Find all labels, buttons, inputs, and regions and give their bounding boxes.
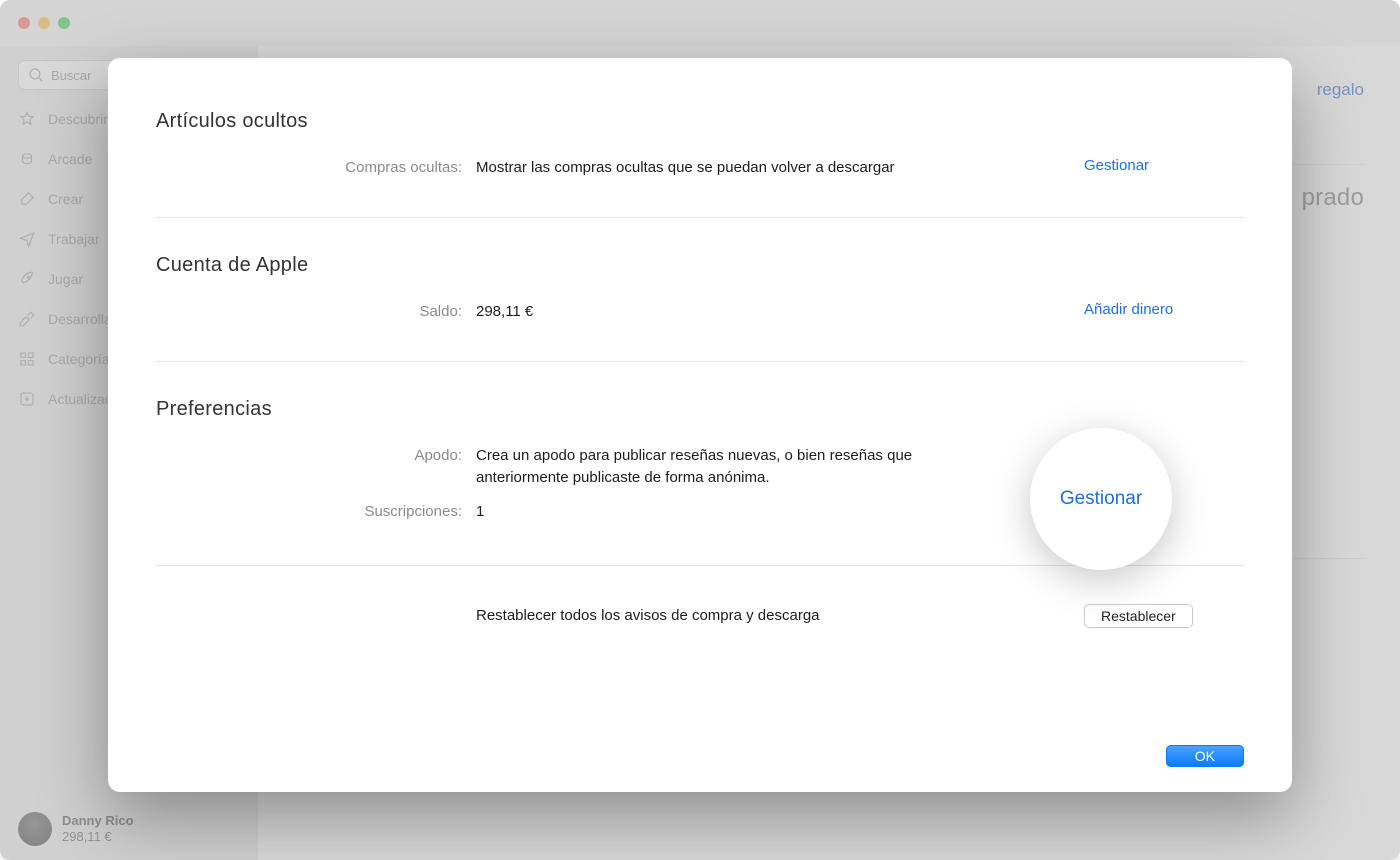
manage-subscriptions-link[interactable]: Gestionar <box>1060 488 1142 510</box>
divider <box>156 217 1244 218</box>
nickname-label: Apodo: <box>156 445 476 467</box>
nickname-desc: Crea un apodo para publicar reseñas nuev… <box>476 445 1084 489</box>
manage-hidden-link[interactable]: Gestionar <box>1084 157 1149 174</box>
section-hidden-items-title: Artículos ocultos <box>156 110 1244 133</box>
ok-button[interactable]: OK <box>1166 745 1244 767</box>
modal-footer: OK <box>1166 748 1244 766</box>
balance-label: Saldo: <box>156 301 476 323</box>
section-preferences-title: Preferencias <box>156 398 1244 421</box>
reset-desc: Restablecer todos los avisos de compra y… <box>476 605 1084 627</box>
row-reset-alerts: Restablecer todos los avisos de compra y… <box>156 602 1244 628</box>
hidden-purchases-label: Compras ocultas: <box>156 157 476 179</box>
subscriptions-label: Suscripciones: <box>156 501 476 523</box>
row-hidden-purchases: Compras ocultas: Mostrar las compras ocu… <box>156 151 1244 185</box>
account-modal: Artículos ocultos Compras ocultas: Mostr… <box>108 58 1292 792</box>
section-apple-account-title: Cuenta de Apple <box>156 254 1244 277</box>
reset-button[interactable]: Restablecer <box>1084 604 1193 628</box>
balance-value: 298,11 € <box>476 301 1084 323</box>
subscriptions-value: 1 <box>476 501 1084 523</box>
add-funds-link[interactable]: Añadir dinero <box>1084 301 1173 318</box>
highlight-lens: Gestionar <box>1030 428 1172 570</box>
hidden-purchases-desc: Mostrar las compras ocultas que se pueda… <box>476 157 1084 179</box>
divider <box>156 361 1244 362</box>
app-window: Buscar Descubrir Arcade Crear Trabajar J… <box>0 0 1400 860</box>
row-balance: Saldo: 298,11 € Añadir dinero <box>156 295 1244 329</box>
